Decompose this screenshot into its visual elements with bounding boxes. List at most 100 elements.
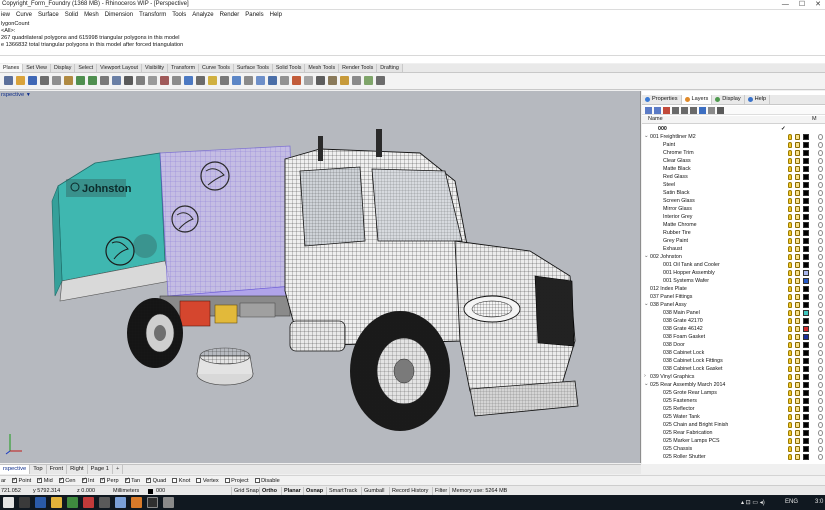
layer-name[interactable]: 038 Cabinet Lock — [663, 349, 704, 357]
layer-color-swatch[interactable] — [803, 342, 809, 348]
material-icon[interactable] — [818, 270, 823, 276]
layer-row[interactable]: Red Glass — [642, 173, 825, 181]
visibility-bulb-icon[interactable] — [788, 142, 792, 148]
tab-visibility[interactable]: Visibility — [142, 64, 169, 72]
layer-color-swatch[interactable] — [803, 334, 809, 340]
layer-color-swatch[interactable] — [803, 286, 809, 292]
language-indicator[interactable]: ENG — [785, 499, 798, 505]
osnap-project[interactable]: Project — [224, 478, 249, 484]
copy-icon[interactable] — [52, 76, 61, 85]
material-icon[interactable] — [818, 326, 823, 332]
new-layer-icon[interactable] — [645, 107, 652, 114]
layer-name[interactable]: 025 Chassis — [663, 445, 692, 453]
visibility-bulb-icon[interactable] — [788, 302, 792, 308]
tab-drafting[interactable]: Drafting — [377, 64, 403, 72]
layer-name[interactable]: Steel — [663, 181, 675, 189]
layer-name[interactable]: 025 Water Tank — [663, 413, 700, 421]
material-icon[interactable] — [818, 198, 823, 204]
layer-color-swatch[interactable] — [803, 310, 809, 316]
checkbox[interactable] — [11, 477, 17, 483]
material-icon[interactable] — [818, 174, 823, 180]
lock-icon[interactable] — [795, 358, 800, 364]
tray-icons[interactable]: ▴ ⊡ ▭ ◂) — [741, 499, 765, 506]
osnap-mid[interactable]: Mid — [37, 477, 53, 484]
tab-viewport-layout[interactable]: Viewport Layout — [97, 64, 143, 72]
tab-transform[interactable]: Transform — [168, 64, 199, 72]
tab-mesh-tools[interactable]: Mesh Tools — [305, 64, 340, 72]
app-icon[interactable] — [115, 497, 126, 508]
layer-name[interactable]: Red Glass — [663, 173, 688, 181]
lock-icon[interactable] — [795, 438, 800, 444]
visibility-bulb-icon[interactable] — [788, 158, 792, 164]
layer-name[interactable]: 038 Main Panel — [663, 309, 700, 317]
curve-icon[interactable] — [232, 76, 241, 85]
menu-surface[interactable]: Surface — [38, 12, 59, 18]
visibility-bulb-icon[interactable] — [788, 374, 792, 380]
options-icon[interactable] — [376, 76, 385, 85]
delete-layer-icon[interactable] — [663, 107, 670, 114]
material-icon[interactable] — [818, 374, 823, 380]
viewport-title[interactable]: rspective ▼ — [1, 92, 31, 98]
material-icon[interactable] — [818, 438, 823, 444]
current-layer[interactable]: 000 — [156, 488, 165, 494]
visibility-bulb-icon[interactable] — [788, 294, 792, 300]
viewport-name[interactable]: rspective — [1, 92, 24, 98]
tab-set-view[interactable]: Set View — [23, 64, 52, 72]
layer-color-swatch[interactable] — [803, 302, 809, 308]
layer-color-swatch[interactable] — [803, 422, 809, 428]
lock-icon[interactable] — [795, 406, 800, 412]
lock-icon[interactable] — [795, 246, 800, 252]
osnap-int[interactable]: Int — [81, 477, 94, 484]
osnap-disable[interactable]: Disable — [254, 478, 280, 484]
layer-name[interactable]: 038 Grate 46142 — [663, 325, 703, 333]
zoom-window-icon[interactable] — [136, 76, 145, 85]
layer-row[interactable]: 001 Systems Wafer — [642, 277, 825, 285]
grid-icon[interactable] — [196, 76, 205, 85]
layer-name[interactable]: 000 — [658, 125, 667, 133]
clock[interactable]: 3:0 — [815, 499, 823, 505]
osnap-cen[interactable]: Cen — [58, 477, 76, 484]
layer-color-swatch[interactable] — [803, 414, 809, 420]
layer-name[interactable]: 025 Reflector — [663, 405, 695, 413]
perspective-viewport[interactable]: rspective ▼ Johnston — [0, 91, 641, 463]
checkbox[interactable] — [37, 477, 42, 483]
layer-color-swatch[interactable] — [803, 430, 809, 436]
visibility-bulb-icon[interactable] — [788, 454, 792, 460]
layer-row[interactable]: Steel — [642, 181, 825, 189]
layer-name[interactable]: 001 Freightliner M2 — [650, 133, 696, 141]
filter-icon[interactable] — [699, 107, 706, 114]
material-icon[interactable] — [818, 446, 823, 452]
paste-icon[interactable] — [64, 76, 73, 85]
layer-name[interactable]: 038 Grate 42170 — [663, 317, 703, 325]
osnap-vertex[interactable]: Vertex — [196, 478, 219, 484]
visibility-bulb-icon[interactable] — [788, 342, 792, 348]
layer-name[interactable]: Clear Glass — [663, 157, 691, 165]
layer-name[interactable]: 001 Systems Wafer — [663, 277, 709, 285]
checkbox[interactable] — [124, 477, 130, 483]
visibility-bulb-icon[interactable] — [788, 286, 792, 292]
layer-color-swatch[interactable] — [803, 238, 809, 244]
column-material[interactable]: M — [812, 116, 817, 122]
layer-row[interactable]: Satin Black — [642, 189, 825, 197]
pan-icon[interactable] — [100, 76, 109, 85]
split-icon[interactable] — [352, 76, 361, 85]
menu-solid[interactable]: Solid — [65, 12, 78, 18]
material-icon[interactable] — [818, 302, 823, 308]
lock-icon[interactable] — [795, 302, 800, 308]
tab-surface-tools[interactable]: Surface Tools — [233, 64, 273, 72]
move-down-icon[interactable] — [681, 107, 688, 114]
material-icon[interactable] — [818, 254, 823, 260]
layer-name[interactable]: 038 Door — [663, 341, 685, 349]
layer-name[interactable]: 025 Rear Assembly March 2014 — [650, 381, 725, 389]
material-icon[interactable] — [818, 358, 823, 364]
chevron-down-icon[interactable]: ▼ — [26, 92, 31, 98]
layer-color-swatch[interactable] — [803, 230, 809, 236]
layer-name[interactable]: 025 Roller Shutter — [663, 453, 706, 461]
visibility-bulb-icon[interactable] — [788, 406, 792, 412]
tab-curve-tools[interactable]: Curve Tools — [199, 64, 234, 72]
layer-color-swatch[interactable] — [803, 142, 809, 148]
material-icon[interactable] — [818, 286, 823, 292]
tab-render-tools[interactable]: Render Tools — [339, 64, 378, 72]
help-icon[interactable] — [717, 107, 724, 114]
visibility-bulb-icon[interactable] — [788, 166, 792, 172]
